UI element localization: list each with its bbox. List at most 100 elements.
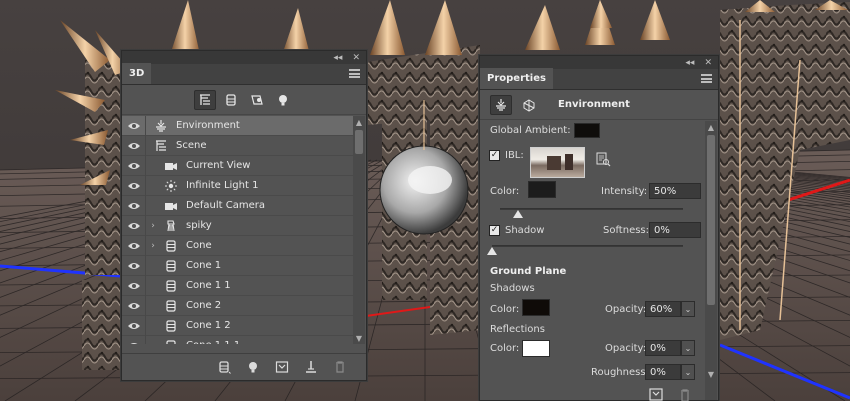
softness-label: Softness: — [603, 225, 650, 236]
camera-icon — [164, 199, 178, 213]
expand-arrow-icon[interactable]: › — [148, 221, 158, 231]
intensity-field[interactable]: 50% — [649, 183, 701, 199]
reflections-color-swatch[interactable] — [522, 340, 550, 357]
light-filter-button[interactable] — [272, 90, 294, 110]
material-filter-button[interactable] — [246, 90, 268, 110]
layer-row[interactable]: Infinite Light 1 — [122, 175, 354, 196]
visibility-toggle[interactable] — [122, 275, 146, 296]
layer-row[interactable]: Cone 1 — [122, 255, 354, 276]
reflections-opacity-label: Opacity: — [605, 343, 647, 354]
softness-slider-thumb[interactable] — [487, 247, 497, 255]
eye-icon — [127, 322, 140, 329]
panel-3d-titlebar[interactable]: ◂◂ ✕ — [122, 51, 366, 64]
layer-label: Scene — [176, 140, 207, 151]
collapse-panel-icon[interactable]: ◂◂ — [685, 58, 694, 68]
layer-label: Cone 2 — [186, 300, 222, 311]
ground-button[interactable] — [303, 359, 319, 375]
collapse-panel-icon[interactable]: ◂◂ — [333, 53, 342, 63]
scene-filter-button[interactable] — [194, 89, 216, 110]
visibility-toggle[interactable] — [122, 335, 146, 344]
shadows-heading: Shadows — [490, 283, 535, 294]
layer-row[interactable]: › spiky — [122, 215, 354, 236]
3d-layer-list[interactable]: Environment Scene Current View Infinite Lig… — [122, 116, 354, 344]
coordinates-icon — [523, 98, 535, 112]
delete-icon — [336, 361, 344, 373]
panel-menu-icon[interactable] — [701, 74, 712, 83]
layer-row[interactable]: Scene — [122, 135, 354, 156]
roughness-dropdown[interactable]: ⌄ — [681, 364, 695, 380]
layer-label: Current View — [186, 160, 251, 171]
visibility-toggle[interactable] — [122, 255, 146, 276]
layer-row[interactable]: Environment — [122, 116, 354, 136]
layer-row[interactable]: Cone 1 1 1 — [122, 335, 354, 344]
scrollbar-thumb[interactable] — [355, 130, 363, 154]
scroll-down-icon[interactable]: ▼ — [353, 332, 365, 344]
layer-row[interactable]: Current View — [122, 155, 354, 176]
render-icon — [649, 388, 663, 401]
visibility-toggle[interactable] — [122, 195, 146, 216]
delete-button[interactable] — [677, 388, 693, 401]
close-panel-icon[interactable]: ✕ — [352, 53, 360, 63]
coordinates-tab[interactable] — [518, 95, 540, 115]
scroll-up-icon[interactable]: ▲ — [705, 121, 717, 133]
shadows-opacity-dropdown[interactable]: ⌄ — [681, 301, 695, 317]
scroll-down-icon[interactable]: ▼ — [705, 368, 717, 380]
eye-icon — [127, 122, 140, 129]
visibility-toggle[interactable] — [122, 135, 146, 156]
render-button[interactable] — [648, 388, 664, 401]
add-mesh-button[interactable] — [216, 359, 232, 375]
scrollbar-thumb[interactable] — [707, 135, 715, 305]
visibility-toggle[interactable] — [122, 235, 146, 256]
visibility-toggle[interactable] — [122, 295, 146, 316]
softness-field[interactable]: 0% — [649, 222, 701, 238]
mesh-filter-icon — [226, 93, 236, 106]
ibl-color-swatch[interactable] — [528, 181, 556, 198]
camera-icon — [164, 159, 178, 173]
visibility-toggle[interactable] — [122, 215, 146, 236]
eye-icon — [127, 242, 140, 249]
add-mesh-icon — [219, 361, 231, 374]
reflections-opacity-dropdown[interactable]: ⌄ — [681, 340, 695, 356]
intensity-slider-track[interactable] — [500, 208, 683, 210]
roughness-field[interactable]: 0% — [645, 364, 681, 380]
close-panel-icon[interactable]: ✕ — [704, 58, 712, 68]
eye-icon — [127, 162, 140, 169]
layer-row[interactable]: Default Camera — [122, 195, 354, 216]
mesh-icon — [164, 259, 178, 273]
render-button[interactable] — [274, 359, 290, 375]
global-ambient-swatch[interactable] — [574, 123, 600, 138]
panel-3d-footer — [122, 353, 366, 380]
add-light-button[interactable] — [245, 359, 261, 375]
tab-3d[interactable]: 3D — [122, 63, 152, 84]
panel-menu-icon[interactable] — [349, 69, 360, 78]
layer-list-scrollbar[interactable]: ▲ ▼ — [353, 116, 365, 344]
expand-arrow-icon[interactable]: › — [148, 241, 158, 251]
visibility-toggle[interactable] — [122, 315, 146, 336]
layer-label: Cone — [186, 240, 212, 251]
eye-icon — [127, 222, 140, 229]
reflections-opacity-field[interactable]: 0% — [645, 340, 681, 356]
visibility-toggle[interactable] — [122, 175, 146, 196]
scroll-up-icon[interactable]: ▲ — [353, 116, 365, 128]
layer-row[interactable]: Cone 1 1 — [122, 275, 354, 296]
shadows-opacity-field[interactable]: 60% — [645, 301, 681, 317]
ground-icon — [306, 361, 316, 373]
delete-button[interactable] — [332, 359, 348, 375]
visibility-toggle[interactable] — [122, 116, 146, 136]
environment-tab[interactable] — [490, 94, 512, 115]
softness-slider-track[interactable] — [492, 245, 683, 247]
environment-icon — [496, 98, 506, 111]
properties-scrollbar[interactable]: ▲ ▼ — [705, 121, 717, 400]
ibl-checkbox[interactable]: ✓ — [489, 150, 500, 161]
shadow-checkbox[interactable]: ✓ — [489, 225, 500, 236]
shadows-color-swatch[interactable] — [522, 299, 550, 316]
layer-row[interactable]: Cone 1 2 — [122, 315, 354, 336]
intensity-slider-thumb[interactable] — [513, 210, 524, 218]
tab-properties[interactable]: Properties — [480, 68, 553, 89]
edit-ibl-button[interactable] — [595, 151, 611, 167]
visibility-toggle[interactable] — [122, 155, 146, 176]
layer-row[interactable]: Cone 2 — [122, 295, 354, 316]
mesh-filter-button[interactable] — [220, 90, 242, 110]
layer-row[interactable]: › Cone — [122, 235, 354, 256]
ibl-image-thumbnail[interactable] — [530, 147, 585, 178]
